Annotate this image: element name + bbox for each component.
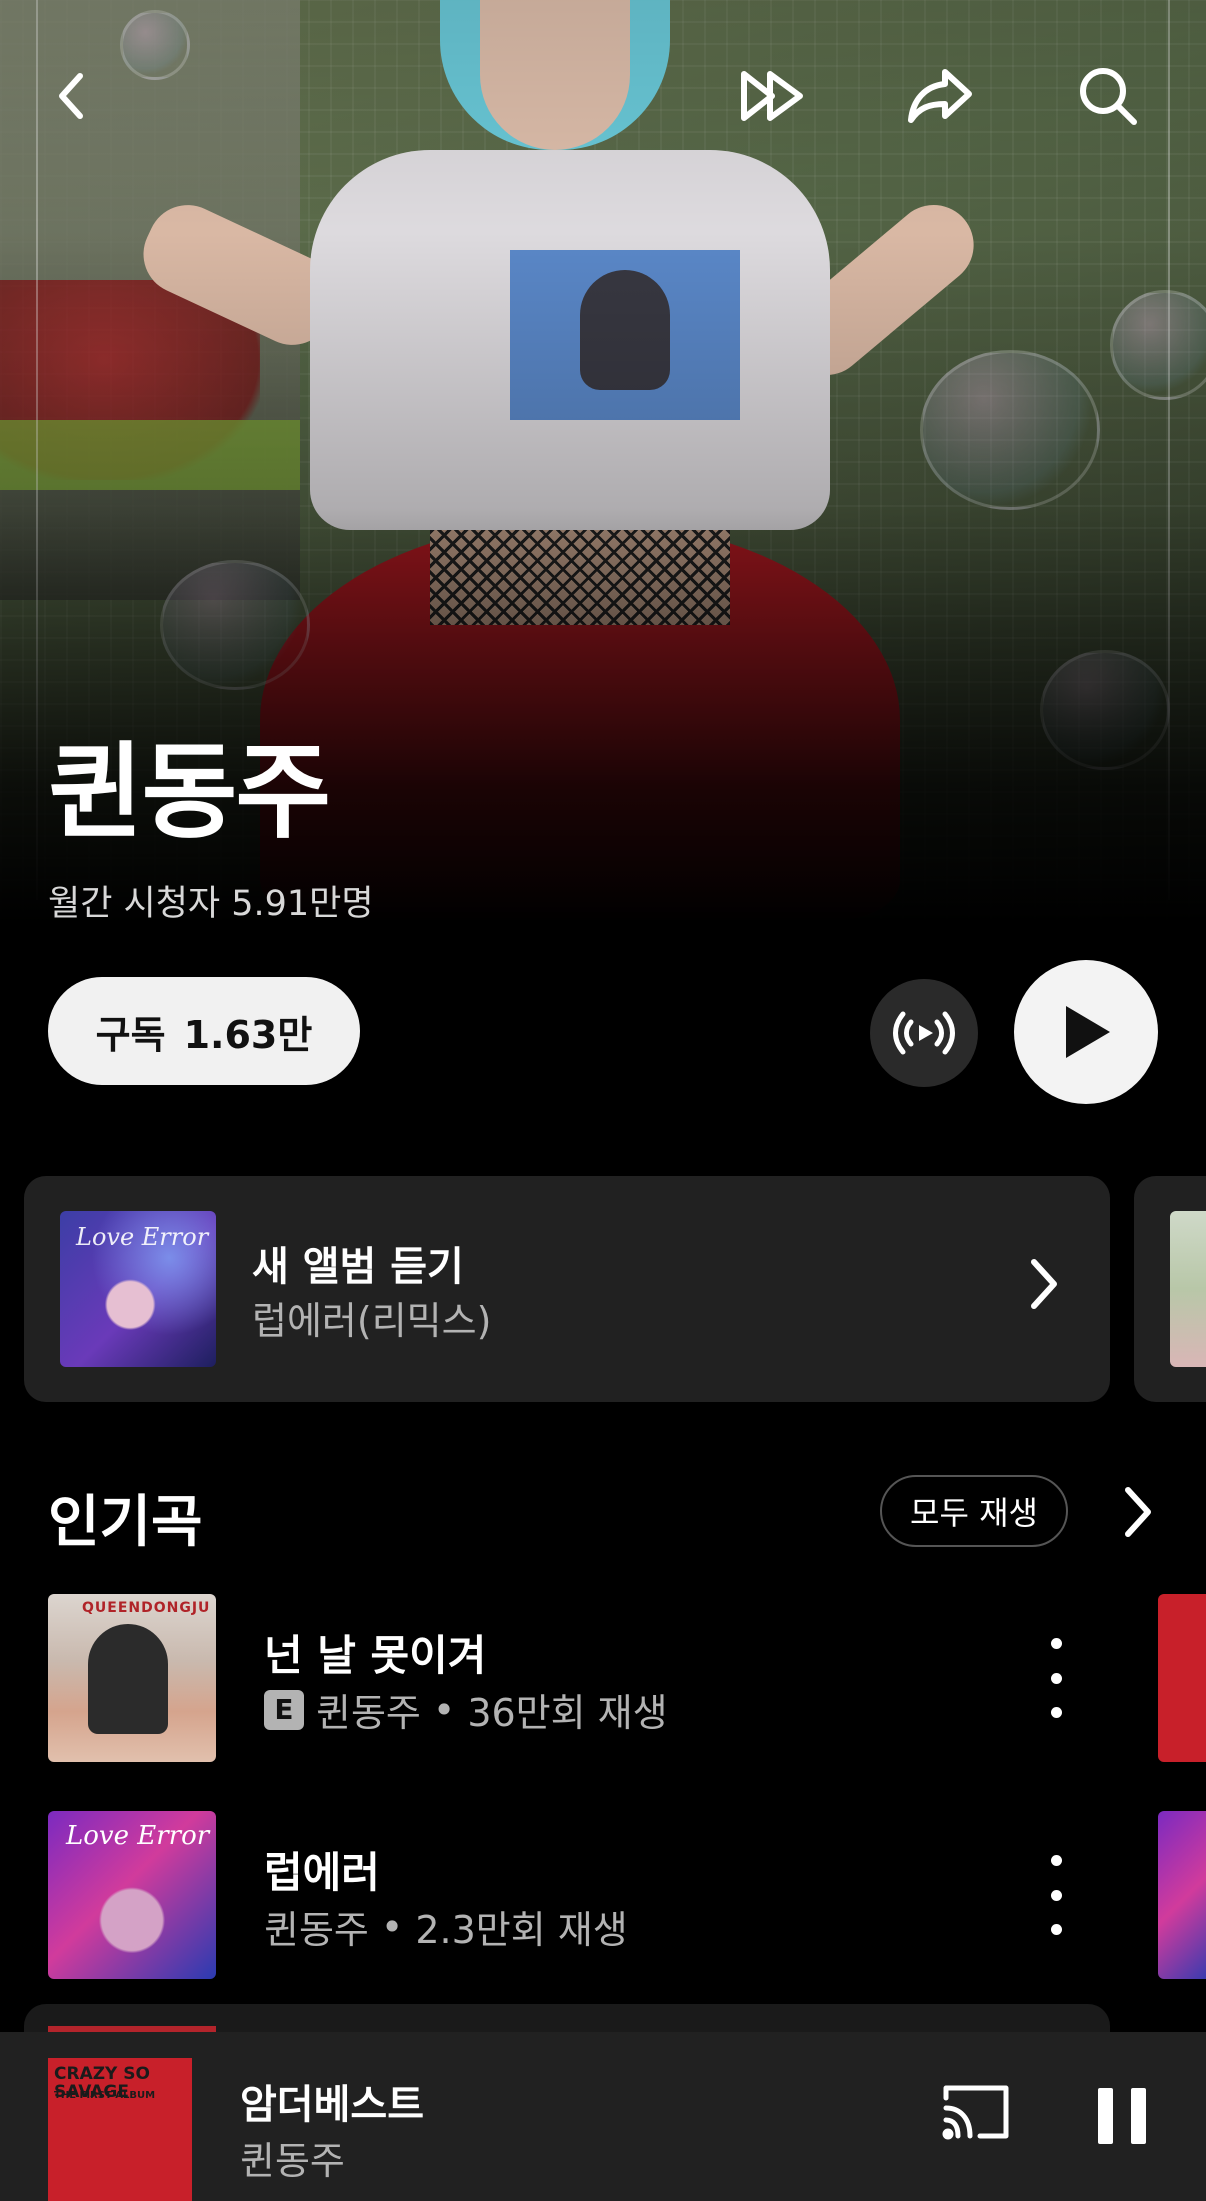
cast-icon[interactable] [940, 2082, 1012, 2142]
song-row[interactable]: QUEENDONGJU 넌 날 못이겨 E 퀸동주 • 36만회 재생 [0, 1594, 1206, 1764]
song-artist: 퀸동주 [316, 1691, 421, 1735]
artist-name: 퀸동주 [48, 731, 331, 853]
fast-forward-icon [741, 71, 803, 121]
pause-button[interactable] [1098, 2088, 1146, 2144]
chevron-right-icon [1031, 1259, 1057, 1309]
song-cover: Love Error [48, 1811, 216, 1979]
song-title: 넌 날 못이겨 [264, 1631, 487, 1680]
new-album-card[interactable]: Love Error 새 앨범 듣기 럽에러(리믹스) [24, 1176, 1110, 1402]
song-cover-text: QUEENDONGJU [82, 1600, 211, 1616]
subscribe-label: 구독 [95, 1012, 166, 1057]
fast-forward-button[interactable] [734, 56, 814, 136]
song-cover-text: Love Error [66, 1821, 210, 1851]
meta-separator: • [380, 1904, 404, 1949]
subscribe-button[interactable]: 구독 1.63만 [48, 977, 360, 1085]
more-vert-icon [1050, 1638, 1062, 1649]
now-playing-cover-sub: THE FIRST ALBUM [54, 2090, 156, 2101]
meta-separator: • [432, 1687, 456, 1732]
more-options-button[interactable] [1036, 1638, 1076, 1718]
radio-icon [893, 1011, 955, 1055]
subscriber-count: 1.63만 [183, 1012, 313, 1057]
back-button[interactable] [32, 56, 112, 136]
monthly-listeners: 월간 시청자 5.91만명 [48, 884, 374, 924]
new-album-cover: Love Error [60, 1211, 216, 1367]
song-meta: 퀸동주 • 2.3만회 재생 [264, 1899, 628, 1954]
chevron-right-icon[interactable] [1118, 1482, 1158, 1542]
share-button[interactable] [900, 56, 980, 136]
now-playing-cover: CRAZY SO SAVAGE THE FIRST ALBUM [48, 2058, 192, 2201]
now-playing-artist: 퀸동주 [240, 2139, 345, 2183]
pause-icon [1098, 2088, 1113, 2144]
back-icon [59, 73, 83, 119]
new-album-cover-text: Love Error [76, 1223, 209, 1251]
play-icon [1066, 1006, 1110, 1058]
search-button[interactable] [1068, 56, 1148, 136]
song-plays: 36만회 재생 [467, 1691, 668, 1735]
next-card-peek[interactable] [1134, 1176, 1206, 1402]
play-button[interactable] [1014, 960, 1158, 1104]
new-album-title: 새 앨범 듣기 [252, 1244, 464, 1290]
song-cover: QUEENDONGJU [48, 1594, 216, 1762]
mini-player[interactable]: CRAZY SO SAVAGE THE FIRST ALBUM 암더베스트 퀸동… [0, 2032, 1206, 2201]
song-title: 럽에러 [264, 1848, 380, 1897]
more-vert-icon [1050, 1855, 1062, 1866]
song-peek [1158, 1594, 1206, 1762]
song-peek [1158, 1811, 1206, 1979]
share-icon [908, 69, 972, 123]
search-icon [1080, 68, 1137, 125]
popular-section-title: 인기곡 [48, 1490, 203, 1555]
new-album-name: 럽에러(리믹스) [252, 1299, 492, 1343]
now-playing-title: 암더베스트 [240, 2082, 424, 2128]
radio-button[interactable] [870, 979, 978, 1087]
song-artist: 퀸동주 [264, 1908, 369, 1952]
song-plays: 2.3만회 재생 [415, 1908, 628, 1952]
more-options-button[interactable] [1036, 1855, 1076, 1935]
song-meta: E 퀸동주 • 36만회 재생 [264, 1682, 668, 1737]
song-row[interactable]: Love Error 럽에러 퀸동주 • 2.3만회 재생 [0, 1811, 1206, 1981]
play-all-button[interactable]: 모두 재생 [880, 1475, 1068, 1547]
next-card-cover [1170, 1211, 1206, 1367]
explicit-badge: E [264, 1689, 304, 1730]
